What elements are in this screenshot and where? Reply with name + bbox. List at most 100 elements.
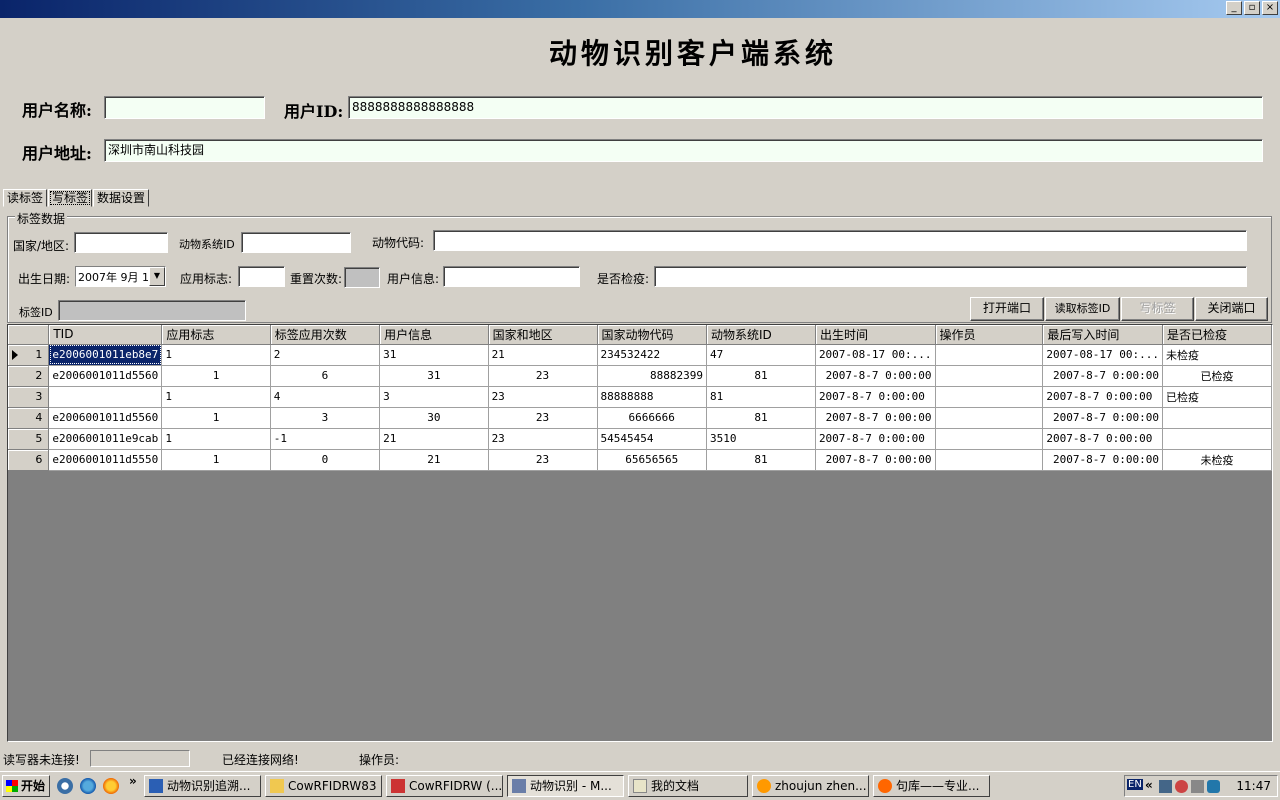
table-cell[interactable]: 2007-08-17 00:...: [815, 344, 936, 366]
table-row[interactable]: 4 e2006001011d5560 1 3 30 23 6666666 81 …: [8, 407, 1272, 429]
chevron-down-icon[interactable]: ▼: [149, 267, 165, 286]
task-button[interactable]: CowRFIDRW83: [265, 775, 382, 797]
table-cell[interactable]: 3: [379, 386, 489, 408]
table-row[interactable]: 5 e2006001011e9cab 1 -1 21 23 54545454 3…: [8, 428, 1272, 450]
table-cell[interactable]: [935, 428, 1044, 450]
country-input[interactable]: [74, 232, 168, 253]
table-cell[interactable]: 6666666: [597, 407, 707, 429]
table-cell[interactable]: 23: [488, 386, 598, 408]
table-cell[interactable]: e2006001011d5550: [48, 449, 163, 471]
task-button[interactable]: CowRFIDRW (...: [386, 775, 503, 797]
row-header[interactable]: 4: [8, 407, 50, 429]
quarantine-input[interactable]: [654, 266, 1247, 287]
table-row[interactable]: 6 e2006001011d5550 1 0 21 23 65656565 81…: [8, 449, 1272, 471]
user-info-input[interactable]: [443, 266, 580, 287]
table-row[interactable]: 1 e2006001011eb8e7 1 2 31 21 234532422 4…: [8, 344, 1272, 366]
table-cell[interactable]: 3510: [706, 428, 816, 450]
table-cell[interactable]: 2007-08-17 00:...: [1042, 344, 1163, 366]
tag-data-grid[interactable]: TID 应用标志 标签应用次数 用户信息 国家和地区 国家动物代码 动物系统ID…: [7, 324, 1273, 742]
table-cell[interactable]: 81: [706, 386, 816, 408]
table-cell[interactable]: 2007-8-7 0:00:00: [815, 407, 936, 429]
row-header[interactable]: 3: [8, 386, 50, 408]
close-port-button[interactable]: 关闭端口: [1195, 297, 1268, 321]
table-cell[interactable]: [935, 386, 1044, 408]
column-header[interactable]: 动物系统ID: [706, 325, 816, 345]
open-port-button[interactable]: 打开端口: [970, 297, 1044, 321]
row-header[interactable]: 2: [8, 365, 50, 387]
table-cell[interactable]: 3: [270, 407, 381, 429]
row-header[interactable]: 5: [8, 428, 50, 450]
tab-read-tag[interactable]: 读标签: [3, 189, 48, 207]
table-cell[interactable]: 2007-8-7 0:00:00: [815, 386, 936, 408]
table-cell[interactable]: 2007-8-7 0:00:00: [1042, 428, 1163, 450]
table-cell[interactable]: e2006001011d5560: [48, 407, 163, 429]
table-cell[interactable]: 2007-8-7 0:00:00: [815, 365, 936, 387]
column-header[interactable]: 国家动物代码: [597, 325, 707, 345]
column-header[interactable]: 是否已检疫: [1162, 325, 1272, 345]
table-cell[interactable]: 81: [706, 365, 816, 387]
table-cell[interactable]: 1: [161, 407, 271, 429]
table-cell[interactable]: e2006001011d5560: [48, 365, 163, 387]
column-header[interactable]: 标签应用次数: [270, 325, 381, 345]
device-icon[interactable]: [1191, 780, 1204, 793]
animal-system-id-input[interactable]: [241, 232, 351, 253]
column-header[interactable]: 用户信息: [379, 325, 489, 345]
task-button-active[interactable]: 动物识别 - M...: [507, 775, 624, 797]
table-cell[interactable]: 21: [379, 449, 489, 471]
table-cell[interactable]: [935, 365, 1044, 387]
table-cell[interactable]: 已检疫: [1162, 365, 1272, 387]
shield-icon[interactable]: [1207, 780, 1220, 793]
table-cell[interactable]: 2007-8-7 0:00:00: [815, 449, 936, 471]
table-cell[interactable]: 21: [488, 344, 598, 366]
user-id-input[interactable]: 8888888888888888: [348, 96, 1263, 119]
table-cell[interactable]: [935, 407, 1044, 429]
table-cell[interactable]: 1: [161, 386, 271, 408]
network-icon[interactable]: [1159, 780, 1172, 793]
table-cell[interactable]: 1: [161, 428, 271, 450]
table-cell[interactable]: 4: [270, 386, 381, 408]
table-cell[interactable]: [1162, 407, 1272, 429]
tray-expand-chevron[interactable]: «: [1145, 778, 1153, 792]
table-cell[interactable]: 31: [379, 365, 489, 387]
table-cell[interactable]: 23: [488, 407, 598, 429]
table-cell[interactable]: 未检疫: [1162, 449, 1272, 471]
row-header[interactable]: 6: [8, 449, 50, 471]
table-cell[interactable]: [1162, 428, 1272, 450]
table-cell[interactable]: 30: [379, 407, 489, 429]
column-header[interactable]: 应用标志: [161, 325, 271, 345]
table-cell[interactable]: [48, 386, 163, 408]
table-cell[interactable]: 2007-8-7 0:00:00: [1042, 407, 1163, 429]
read-tag-id-button[interactable]: 读取标签ID: [1045, 297, 1120, 321]
start-button[interactable]: 开始: [2, 775, 50, 797]
table-cell[interactable]: 1: [161, 344, 271, 366]
user-name-input[interactable]: [104, 96, 265, 119]
table-cell[interactable]: 23: [488, 428, 598, 450]
table-cell[interactable]: 88882399: [597, 365, 707, 387]
tab-data-settings[interactable]: 数据设置: [93, 189, 150, 207]
table-cell[interactable]: e2006001011eb8e7: [48, 344, 163, 366]
column-header[interactable]: 出生时间: [815, 325, 936, 345]
minimize-button[interactable]: _: [1226, 1, 1242, 15]
table-cell[interactable]: 23: [488, 449, 598, 471]
table-cell[interactable]: 65656565: [597, 449, 707, 471]
table-cell[interactable]: 2007-8-7 0:00:00: [1042, 365, 1163, 387]
table-cell[interactable]: 47: [706, 344, 816, 366]
table-cell[interactable]: e2006001011e9cab: [48, 428, 163, 450]
table-cell[interactable]: 1: [161, 365, 271, 387]
table-cell[interactable]: 2007-8-7 0:00:00: [1042, 449, 1163, 471]
column-header[interactable]: 国家和地区: [488, 325, 598, 345]
table-cell[interactable]: 81: [706, 449, 816, 471]
table-cell[interactable]: 88888888: [597, 386, 707, 408]
table-row[interactable]: 3 1 4 3 23 88888888 81 2007-8-7 0:00:00 …: [8, 386, 1272, 408]
table-cell[interactable]: 2007-8-7 0:00:00: [1042, 386, 1163, 408]
table-cell[interactable]: 6: [270, 365, 381, 387]
table-cell[interactable]: 234532422: [597, 344, 707, 366]
table-cell[interactable]: [935, 449, 1044, 471]
table-cell[interactable]: -1: [270, 428, 381, 450]
table-cell[interactable]: 54545454: [597, 428, 707, 450]
restore-button[interactable]: ▫: [1244, 1, 1260, 15]
column-header[interactable]: TID: [48, 325, 163, 345]
media-player-icon[interactable]: [57, 778, 73, 794]
task-button[interactable]: 句库——专业...: [873, 775, 990, 797]
table-cell[interactable]: 2: [270, 344, 381, 366]
